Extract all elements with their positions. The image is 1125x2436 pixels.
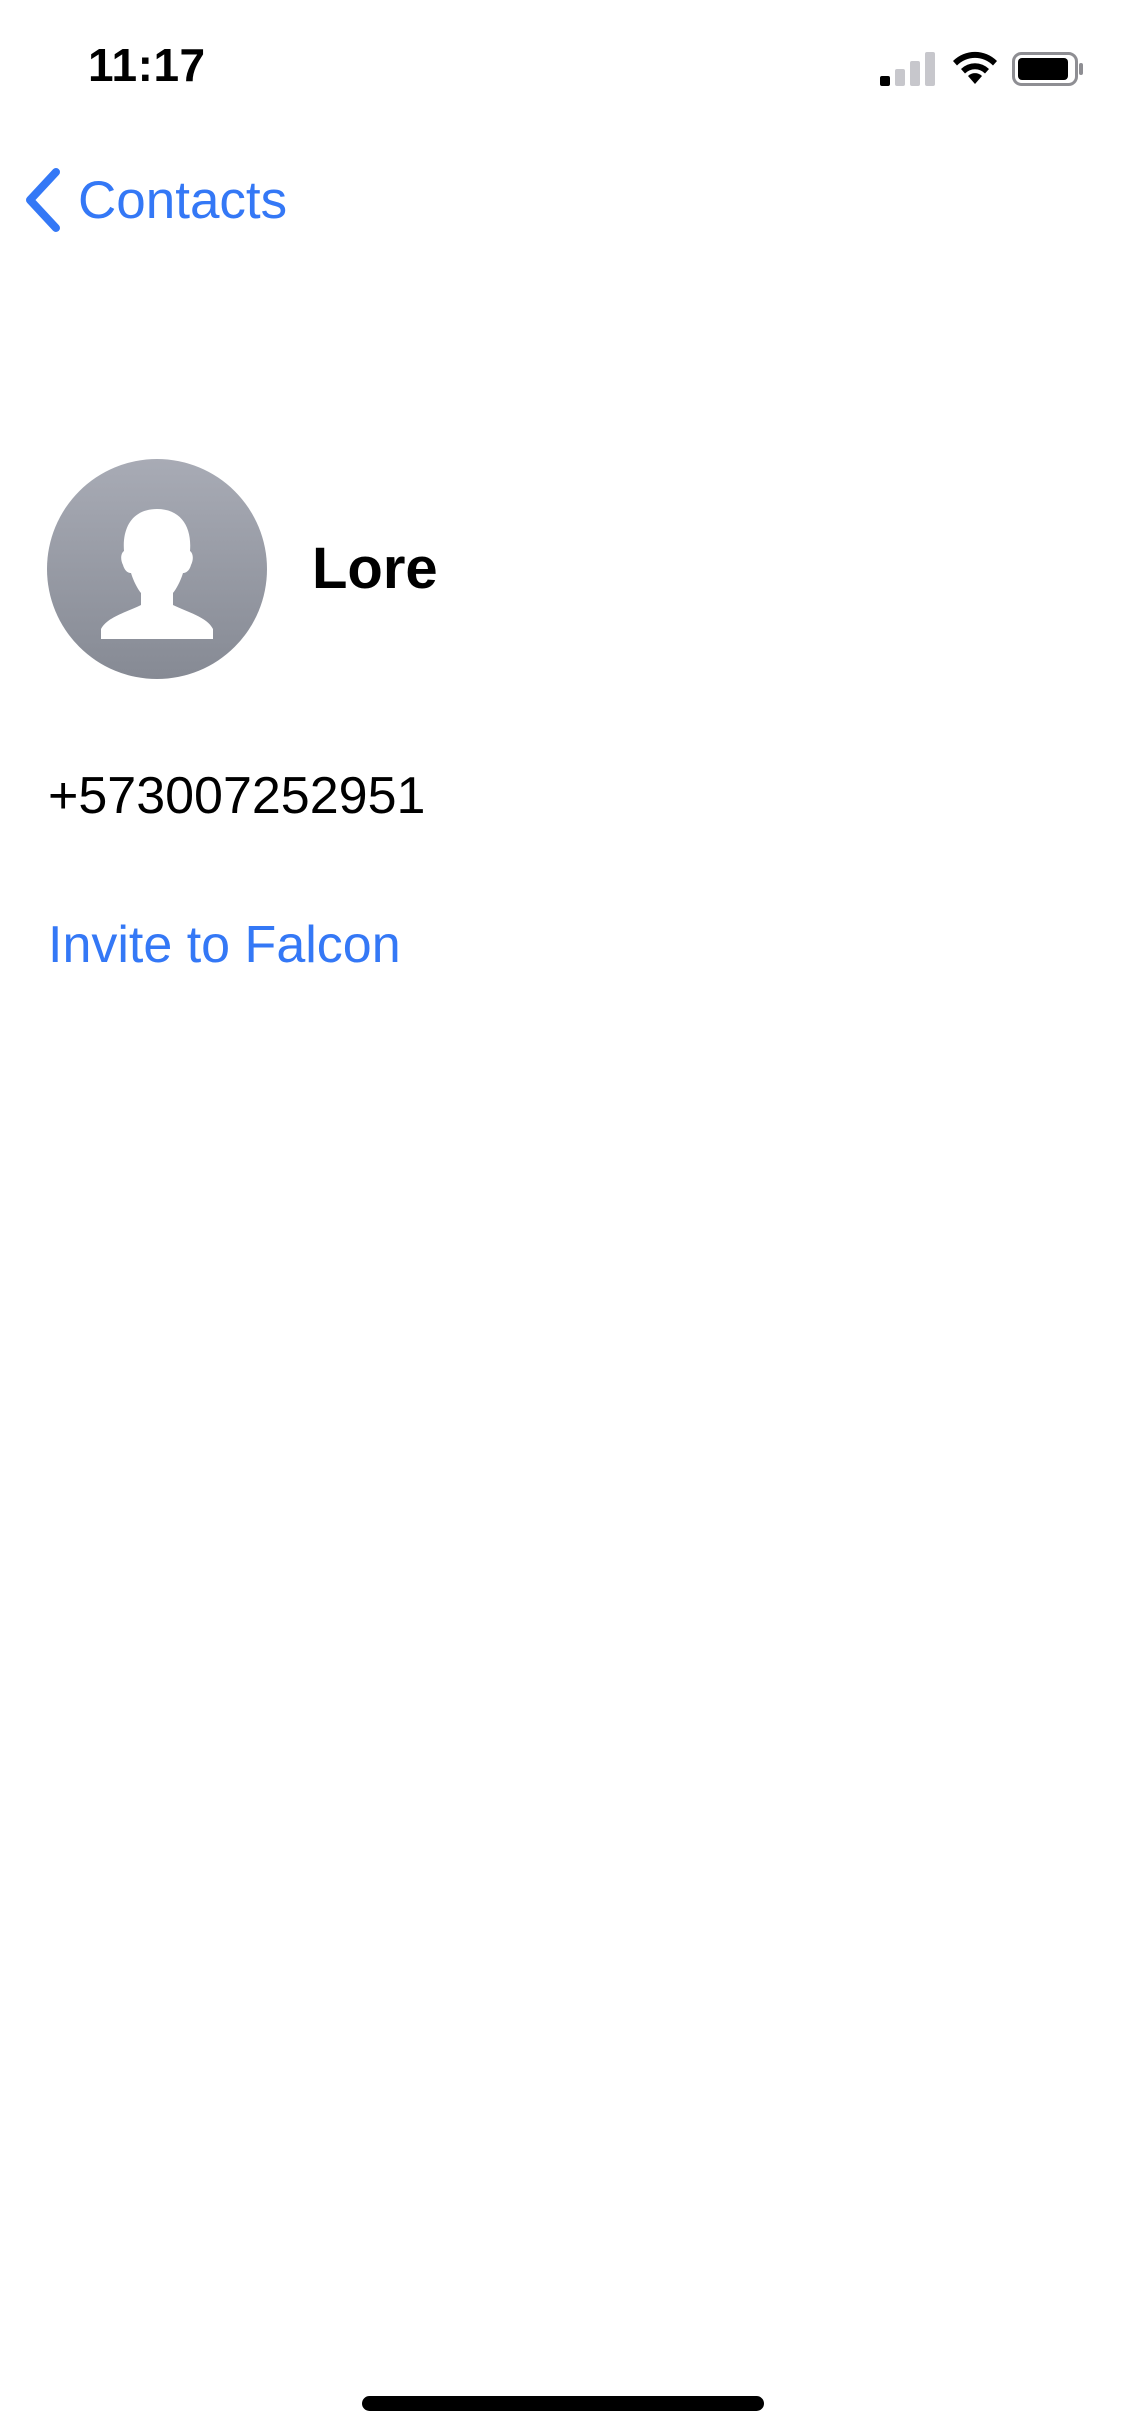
status-time: 11:17 [88,39,206,91]
invite-to-falcon-button[interactable]: Invite to Falcon [48,915,401,975]
signal-icon [880,52,935,86]
contact-name: Lore [312,536,438,601]
status-bar: 11:17 [0,0,1125,132]
back-button[interactable]: Contacts [20,160,287,240]
chevron-left-icon [26,168,60,232]
phone-number[interactable]: +573007252951 [48,766,425,826]
wifi-icon [953,51,997,84]
person-silhouette-icon [101,509,213,639]
home-indicator[interactable] [362,2396,764,2411]
back-button-label: Contacts [78,170,288,230]
battery-icon [1012,52,1083,86]
avatar [47,459,267,679]
